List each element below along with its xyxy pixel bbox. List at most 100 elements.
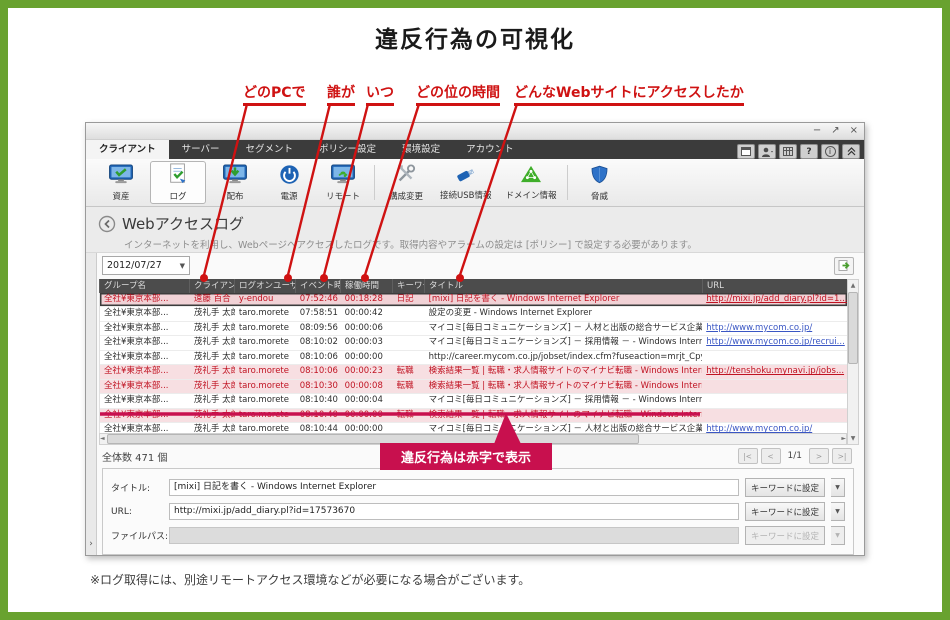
cell-duration: 00:00:08 bbox=[341, 380, 393, 394]
toolbar-button-電源[interactable]: 電源 bbox=[262, 159, 316, 206]
export-log-button[interactable] bbox=[834, 257, 854, 275]
cell-url[interactable]: http://www.mycom.co.jp/recrui... bbox=[702, 336, 847, 350]
cell-time: 08:10:30 bbox=[296, 380, 341, 394]
page-indicator: 1/1 bbox=[788, 451, 802, 461]
toolbar-button-構成変更[interactable]: 構成変更 bbox=[379, 159, 433, 206]
column-header[interactable]: グループ名 bbox=[99, 279, 189, 293]
scroll-right-icon[interactable]: ► bbox=[841, 433, 846, 444]
detail-field-input[interactable]: [mixi] 日記を書く - Windows Internet Explorer bbox=[169, 479, 739, 496]
table-row[interactable]: 全社¥東京本部...茂礼手 太郎taro.morete08:10:0600:00… bbox=[100, 365, 847, 380]
annotation-label-when: いつ bbox=[366, 82, 394, 106]
restore-icon[interactable]: ↗ bbox=[831, 126, 839, 136]
scroll-down-icon[interactable]: ▼ bbox=[851, 433, 856, 444]
keyword-dropdown-icon: ▼ bbox=[831, 526, 845, 545]
prev-page-button[interactable]: < bbox=[761, 448, 781, 464]
cell-client: 茂礼手 太郎 bbox=[190, 322, 235, 336]
help-icon[interactable]: ? bbox=[800, 144, 818, 159]
column-header[interactable]: キーワード bbox=[392, 279, 424, 293]
cell-url[interactable]: http://tenshoku.mynavi.jp/jobs... bbox=[702, 365, 847, 379]
tab-セグメント[interactable]: セグメント bbox=[233, 140, 307, 159]
vertical-scroll-thumb[interactable] bbox=[848, 292, 858, 364]
toolbar-button-配布[interactable]: 配布 bbox=[208, 159, 262, 206]
column-header[interactable]: 稼働時間 bbox=[340, 279, 392, 293]
chevron-down-icon: ▼ bbox=[180, 262, 185, 270]
table-row[interactable]: 全社¥東京本部...茂礼手 太郎taro.morete08:10:4400:00… bbox=[100, 423, 847, 433]
asset-monitor-icon bbox=[108, 164, 134, 189]
toolbar-button-label: 資産 bbox=[112, 190, 129, 202]
tab-クライアント[interactable]: クライアント bbox=[86, 140, 169, 159]
tab-ポリシー設定[interactable]: ポリシー設定 bbox=[306, 140, 389, 159]
keyword-dropdown-icon[interactable]: ▼ bbox=[831, 502, 845, 521]
collapsed-side-panel: › bbox=[86, 253, 97, 555]
collapse-chevron-icon[interactable] bbox=[842, 144, 860, 159]
cell-url[interactable]: http://www.mycom.co.jp/ bbox=[702, 322, 847, 336]
cell-keyword bbox=[393, 394, 425, 408]
column-header[interactable]: URL bbox=[702, 279, 847, 293]
last-page-button[interactable]: >| bbox=[832, 448, 852, 464]
table-row[interactable]: 全社¥東京本部...茂礼手 太郎taro.morete08:10:4000:00… bbox=[100, 409, 847, 424]
table-row[interactable]: 全社¥東京本部...茂礼手 太郎taro.morete08:09:5600:00… bbox=[100, 322, 847, 337]
cell-client: 茂礼手 太郎 bbox=[190, 307, 235, 321]
keypad-icon[interactable] bbox=[779, 144, 797, 159]
table-row[interactable]: 全社¥東京本部...茂礼手 太郎taro.morete08:10:3000:00… bbox=[100, 380, 847, 395]
tab-環境設定[interactable]: 環境設定 bbox=[389, 140, 453, 159]
toolbar-button-label: 接続USB情報 bbox=[440, 189, 491, 201]
cell-keyword: 転職 bbox=[393, 380, 425, 394]
cell-duration: 00:00:04 bbox=[341, 394, 393, 408]
cell-time: 07:58:51 bbox=[296, 307, 341, 321]
scroll-left-icon[interactable]: ◄ bbox=[100, 433, 105, 444]
cell-keyword bbox=[393, 307, 425, 321]
set-keyword-button: キーワードに設定 bbox=[745, 526, 825, 545]
user-menu-icon[interactable] bbox=[758, 144, 776, 159]
toolbar-button-脅威[interactable]: 脅威 bbox=[572, 159, 626, 206]
set-keyword-button[interactable]: キーワードに設定 bbox=[745, 478, 825, 497]
next-page-button[interactable]: > bbox=[809, 448, 829, 464]
table-row[interactable]: 全社¥東京本部...茂礼手 太郎taro.morete08:10:4000:00… bbox=[100, 394, 847, 409]
toolbar-button-接続USB情報[interactable]: 接続USB情報 bbox=[433, 159, 498, 206]
minimize-icon[interactable]: − bbox=[813, 126, 821, 136]
cell-client: 遠藤 百合 bbox=[190, 293, 235, 307]
tab-アカウント[interactable]: アカウント bbox=[453, 140, 527, 159]
date-filter-select[interactable]: 2012/07/27 ▼ bbox=[102, 256, 190, 275]
total-count: 全体数 471 個 bbox=[102, 449, 167, 464]
toolbar-button-label: ドメイン情報 bbox=[505, 189, 556, 201]
cell-url[interactable]: http://www.mycom.co.jp/ bbox=[702, 423, 847, 433]
detail-field-row: URL:http://mixi.jp/add_diary.pl?id=17573… bbox=[111, 502, 845, 521]
cell-title: [mixi] 日記を書く - Windows Internet Explorer bbox=[425, 293, 703, 307]
cell-duration: 00:00:00 bbox=[341, 351, 393, 365]
toolbar-button-リモート[interactable]: リモート bbox=[316, 159, 370, 206]
column-header[interactable]: イベント時刻 bbox=[295, 279, 340, 293]
expand-panel-button[interactable]: › bbox=[86, 537, 96, 551]
info-icon[interactable]: i bbox=[821, 144, 839, 159]
toolbar-button-ログ[interactable]: ログ bbox=[150, 161, 206, 204]
cell-title: 検索結果一覧 | 転職・求人情報サイトのマイナビ転職 - Windows Int… bbox=[425, 365, 703, 379]
cell-keyword bbox=[393, 336, 425, 350]
cell-title: マイコミ[毎日コミュニケーションズ] － 人材と出版の総合サービス企業 － - … bbox=[425, 322, 703, 336]
back-icon[interactable] bbox=[98, 215, 116, 233]
tab-サーバー[interactable]: サーバー bbox=[169, 140, 233, 159]
popup-window-icon[interactable] bbox=[737, 144, 755, 159]
annotation-label-which-pc: どのPCで bbox=[243, 82, 306, 106]
horizontal-scroll-thumb[interactable] bbox=[107, 434, 639, 444]
table-row[interactable]: 全社¥東京本部...茂礼手 太郎taro.morete08:10:0200:00… bbox=[100, 336, 847, 351]
table-row[interactable]: 全社¥東京本部...茂礼手 太郎taro.morete08:10:0600:00… bbox=[100, 351, 847, 366]
cell-group: 全社¥東京本部... bbox=[100, 394, 190, 408]
scroll-up-icon[interactable]: ▲ bbox=[851, 280, 856, 291]
keyword-dropdown-icon[interactable]: ▼ bbox=[831, 478, 845, 497]
cell-keyword: 転職 bbox=[393, 409, 425, 423]
detail-field-input[interactable]: http://mixi.jp/add_diary.pl?id=17573670 bbox=[169, 503, 739, 520]
table-row[interactable]: 全社¥東京本部...茂礼手 太郎taro.morete07:58:5100:00… bbox=[100, 307, 847, 322]
set-keyword-button[interactable]: キーワードに設定 bbox=[745, 502, 825, 521]
column-header[interactable]: クライアント名 bbox=[189, 279, 234, 293]
column-header[interactable]: ログオンユーザ... bbox=[234, 279, 295, 293]
table-row[interactable]: 全社¥東京本部...遠藤 百合y-endou07:52:4600:18:28日記… bbox=[100, 293, 847, 308]
vertical-scrollbar[interactable]: ▲ ▼ bbox=[847, 279, 859, 445]
first-page-button[interactable]: |< bbox=[738, 448, 758, 464]
date-filter-value: 2012/07/27 bbox=[107, 260, 162, 271]
column-header[interactable]: タイトル bbox=[424, 279, 702, 293]
toolbar-button-資産[interactable]: 資産 bbox=[94, 159, 148, 206]
close-icon[interactable]: × bbox=[850, 126, 858, 136]
cell-url[interactable]: http://mixi.jp/add_diary.pl?id=1... bbox=[702, 293, 847, 307]
cell-group: 全社¥東京本部... bbox=[100, 322, 190, 336]
toolbar-button-ドメイン情報[interactable]: ドメイン情報 bbox=[498, 159, 563, 206]
